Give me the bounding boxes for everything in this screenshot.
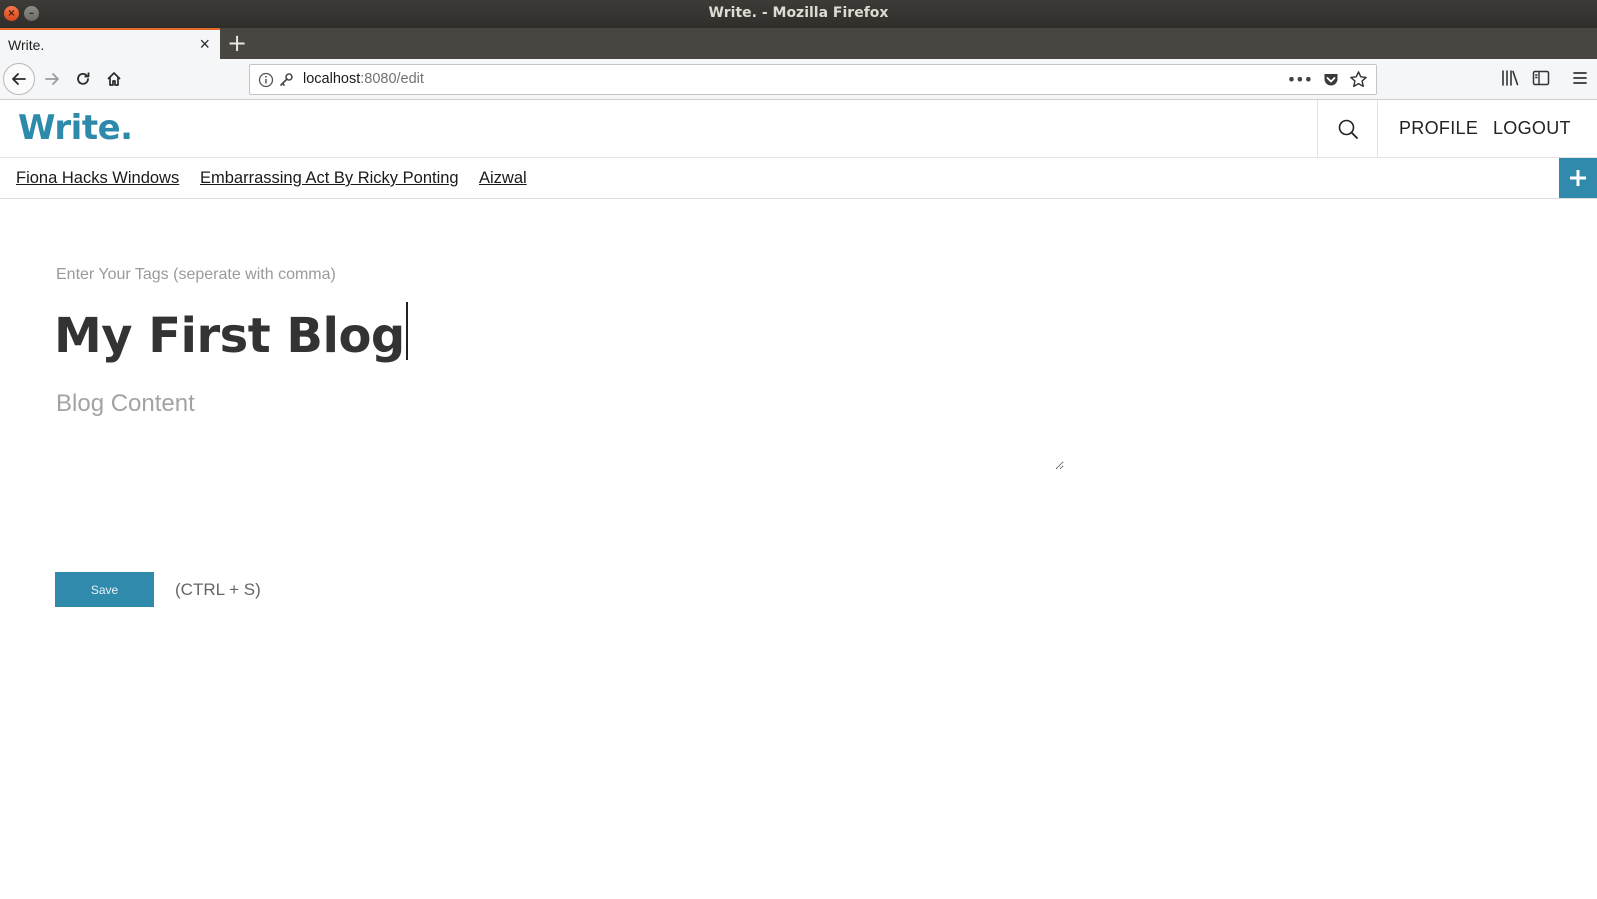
forward-button[interactable] [37, 64, 67, 94]
blog-content-textarea[interactable] [56, 390, 1064, 470]
tags-input[interactable] [56, 261, 956, 289]
blog-title-input[interactable]: My First Blog [54, 302, 954, 372]
tag-link-embarrassing-act[interactable]: Embarrassing Act By Ricky Ponting [200, 169, 459, 188]
search-button[interactable] [1317, 100, 1378, 158]
info-icon[interactable] [258, 72, 274, 88]
bookmark-star-icon[interactable] [1349, 70, 1368, 89]
sidebar-icon[interactable] [1531, 68, 1551, 88]
window-title: Write. - Mozilla Firefox [708, 5, 889, 21]
reload-button[interactable] [68, 64, 98, 94]
home-button[interactable] [99, 64, 129, 94]
page-actions-more-icon[interactable]: ••• [1287, 70, 1313, 89]
save-button[interactable]: Save [55, 572, 154, 607]
key-icon[interactable] [278, 72, 294, 88]
tab-title: Write. [8, 37, 45, 53]
add-post-button[interactable] [1559, 158, 1597, 198]
text-caret [405, 302, 408, 360]
save-shortcut-hint: (CTRL + S) [175, 580, 261, 599]
url-host: localhost [303, 71, 361, 87]
new-tab-button[interactable]: + [226, 29, 248, 57]
site-logo[interactable]: Write. [18, 108, 133, 148]
tag-navigation: Fiona Hacks Windows Embarrassing Act By … [0, 158, 1597, 199]
blog-title-text: My First Blog [54, 308, 405, 364]
browser-tab[interactable]: Write. × [0, 28, 220, 59]
browser-navbar: localhost:8080/edit ••• [0, 59, 1597, 100]
browser-tabbar: Write. × + [0, 28, 1597, 59]
forward-arrow-icon [45, 73, 59, 85]
back-button[interactable] [3, 63, 35, 95]
logout-link[interactable]: LOGOUT [1493, 118, 1571, 139]
page-viewport: Write. PROFILE LOGOUT Fiona Hacks Window… [0, 100, 1597, 899]
url-text[interactable]: localhost:8080/edit [303, 71, 424, 87]
pocket-icon[interactable] [1322, 71, 1340, 89]
window-titlebar: × – Write. - Mozilla Firefox [0, 0, 1597, 28]
search-icon [1338, 119, 1358, 139]
hamburger-menu-icon[interactable] [1570, 68, 1590, 88]
tab-close-icon[interactable]: × [199, 34, 210, 55]
site-header: Write. PROFILE LOGOUT [0, 100, 1597, 158]
reload-icon [77, 72, 90, 85]
tag-link-fiona-hacks-windows[interactable]: Fiona Hacks Windows [16, 169, 179, 188]
url-path: :8080/edit [360, 71, 424, 87]
url-bar[interactable]: localhost:8080/edit ••• [249, 64, 1377, 95]
back-arrow-icon [12, 73, 26, 85]
tag-link-aizwal[interactable]: Aizwal [479, 169, 527, 188]
profile-link[interactable]: PROFILE [1399, 118, 1478, 139]
library-icon[interactable] [1500, 68, 1520, 88]
home-icon [107, 72, 121, 86]
plus-icon [1570, 170, 1586, 186]
